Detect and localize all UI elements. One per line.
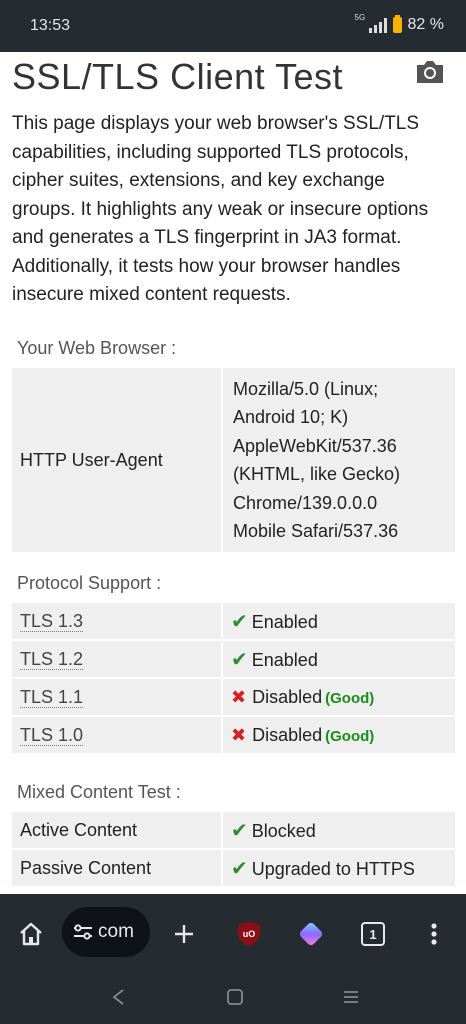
ua-line: Mobile Safari/537.36 xyxy=(233,521,399,541)
page-title: SSL/TLS Client Test xyxy=(12,56,343,97)
ublock-shield-icon: uO xyxy=(238,922,260,946)
table-row: HTTP User-Agent Mozilla/5.0 (Linux; Andr… xyxy=(12,368,455,552)
table-row: TLS 1.1 ✖ Disabled (Good) xyxy=(12,679,455,715)
protocol-name[interactable]: TLS 1.0 xyxy=(20,724,84,746)
camera-icon[interactable] xyxy=(414,58,446,86)
site-settings-icon[interactable] xyxy=(72,922,94,942)
table-row: TLS 1.2 ✔ Enabled xyxy=(12,641,455,677)
check-icon: ✔ xyxy=(231,648,248,671)
protocol-status: Disabled xyxy=(252,724,323,745)
mixed-content-table: Active Content ✔ Blocked Passive Content … xyxy=(12,810,455,888)
assistant-icon xyxy=(299,922,323,946)
mixed-section-heading: Mixed Content Test : xyxy=(17,782,181,802)
browser-toolbar: com uO 1 xyxy=(0,894,466,974)
protocol-status: Disabled xyxy=(252,686,323,707)
table-row: TLS 1.3 ✔ Enabled xyxy=(12,603,455,639)
home-button[interactable] xyxy=(14,894,48,974)
ua-value: Mozilla/5.0 (Linux; Android 10; K) Apple… xyxy=(223,368,455,552)
status-icons: 5G 82 % xyxy=(355,13,444,34)
recents-icon[interactable] xyxy=(342,988,360,1006)
system-nav-bar xyxy=(0,974,466,1024)
status-bar: 13:53 5G 82 % xyxy=(0,0,466,52)
intro-paragraph: This page displays your web browser's SS… xyxy=(12,113,429,305)
back-icon[interactable] xyxy=(110,988,128,1006)
ua-line: Android 10; K) xyxy=(233,407,349,427)
table-row: Active Content ✔ Blocked xyxy=(12,812,455,848)
protocol-name[interactable]: TLS 1.2 xyxy=(20,648,84,670)
status-time: 13:53 xyxy=(30,17,71,34)
plus-icon xyxy=(175,925,193,943)
ublock-label: uO xyxy=(243,929,256,939)
good-note: (Good) xyxy=(325,727,375,745)
cross-icon: ✖ xyxy=(231,686,247,707)
network-type: 5G xyxy=(354,13,366,22)
protocol-status: Enabled xyxy=(251,649,318,670)
mixed-status: Blocked xyxy=(251,820,316,841)
protocol-section-heading: Protocol Support : xyxy=(17,573,162,593)
check-icon: ✔ xyxy=(231,857,248,880)
ua-line: Chrome/139.0.0.0 xyxy=(233,492,378,513)
protocol-name[interactable]: TLS 1.3 xyxy=(20,610,84,632)
new-tab-button[interactable] xyxy=(168,894,200,974)
mixed-name: Passive Content xyxy=(12,850,223,886)
ua-line: (KHTML, like Gecko) xyxy=(233,464,401,484)
url-text: com xyxy=(98,921,134,942)
assistant-button[interactable] xyxy=(294,894,328,974)
protocol-name[interactable]: TLS 1.1 xyxy=(20,686,84,708)
ua-line: Mozilla/5.0 (Linux; xyxy=(233,378,379,399)
ublock-button[interactable]: uO xyxy=(232,894,266,974)
more-vert-icon xyxy=(431,923,437,945)
mixed-status: Upgraded to HTTPS xyxy=(251,858,415,879)
home-icon xyxy=(20,922,42,946)
table-row: TLS 1.0 ✖ Disabled (Good) xyxy=(12,717,455,753)
user-agent-table: HTTP User-Agent Mozilla/5.0 (Linux; Andr… xyxy=(12,366,455,554)
menu-button[interactable] xyxy=(420,894,448,974)
browser-section-heading: Your Web Browser : xyxy=(17,338,177,358)
url-bar[interactable]: com xyxy=(62,907,150,957)
tab-switcher-button[interactable]: 1 xyxy=(358,894,388,974)
page-content: SSL/TLS Client Test This page displays y… xyxy=(0,52,466,894)
ua-label: HTTP User-Agent xyxy=(12,368,223,552)
protocol-status: Enabled xyxy=(251,611,318,632)
check-icon: ✔ xyxy=(231,610,248,633)
good-note: (Good) xyxy=(325,689,375,707)
ua-line: AppleWebKit/537.36 xyxy=(233,435,397,456)
mixed-name: Active Content xyxy=(12,812,223,848)
signal-icon: 5G xyxy=(355,13,387,33)
protocol-table: TLS 1.3 ✔ Enabled TLS 1.2 ✔ Enabled TLS 1.… xyxy=(12,601,455,755)
check-icon: ✔ xyxy=(231,819,248,842)
tab-count: 1 xyxy=(361,922,385,946)
cross-icon: ✖ xyxy=(231,724,247,745)
table-row: Passive Content ✔ Upgraded to HTTPS xyxy=(12,850,455,886)
home-nav-icon[interactable] xyxy=(226,988,244,1006)
battery-percent: 82 % xyxy=(407,16,444,33)
battery-icon xyxy=(392,15,402,33)
